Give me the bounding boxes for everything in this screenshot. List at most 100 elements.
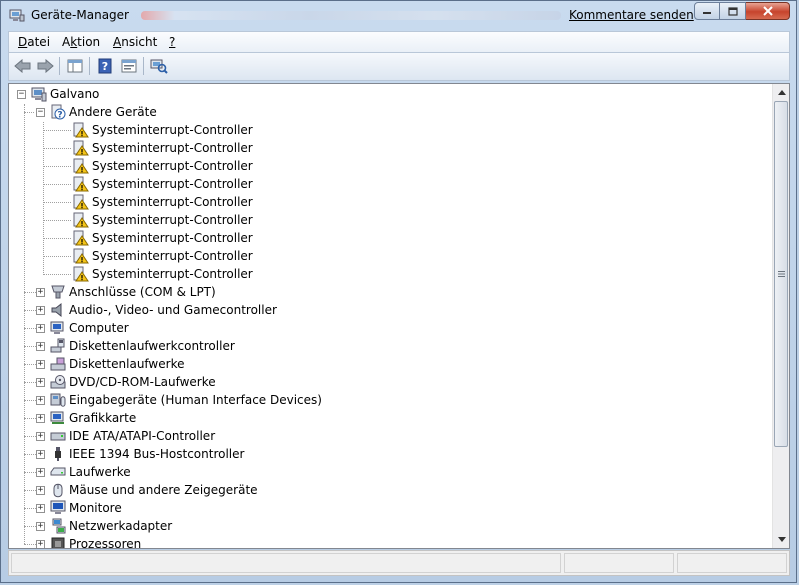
tree-category-label: Eingabegeräte (Human Interface Devices) [69, 393, 322, 407]
tree-category-monitor[interactable]: + Monitore [36, 499, 122, 517]
expand-toggle[interactable]: + [36, 485, 45, 495]
tree-category-port[interactable]: + Anschlüsse (COM & LPT) [36, 283, 216, 301]
warning-device-icon [73, 230, 89, 246]
status-cell [564, 553, 674, 573]
tree-category-mouse[interactable]: + Mäuse und andere Zeigegeräte [36, 481, 258, 499]
tree-category-label: IEEE 1394 Bus-Hostcontroller [69, 447, 245, 461]
tree-category-hid[interactable]: + Eingabegeräte (Human Interface Devices) [36, 391, 322, 409]
feedback-link[interactable]: Kommentare senden [569, 8, 694, 22]
tree-category-floppy-drive[interactable]: + Diskettenlaufwerke [36, 355, 184, 373]
back-button[interactable] [13, 57, 33, 75]
forward-button[interactable] [35, 57, 55, 75]
help-icon: ? [98, 58, 112, 74]
maximize-button[interactable] [720, 2, 746, 20]
expand-toggle[interactable]: + [36, 503, 45, 513]
tree-connector [24, 400, 36, 401]
tree-category-processor[interactable]: + Prozessoren [36, 535, 141, 548]
tree-item-systeminterrupt-controller[interactable]: Systeminterrupt-Controller [73, 229, 253, 247]
menu-help[interactable]: ? [169, 35, 175, 49]
tree-connector [24, 454, 36, 455]
tree-item-systeminterrupt-controller[interactable]: Systeminterrupt-Controller [73, 121, 253, 139]
menu-ansicht[interactable]: Ansicht [113, 35, 157, 49]
dvd-drive-icon [50, 374, 66, 390]
help-button[interactable]: ? [95, 57, 115, 75]
device-manager-app-icon [9, 7, 25, 23]
scroll-thumb[interactable] [774, 101, 788, 447]
expand-toggle[interactable]: + [36, 413, 45, 423]
device-manager-window: Geräte-Manager Kommentare senden Datei A… [0, 0, 797, 583]
expand-toggle[interactable]: + [36, 431, 45, 441]
expand-toggle[interactable]: + [36, 449, 45, 459]
tree-connector [43, 220, 71, 221]
tree-item-systeminterrupt-controller[interactable]: Systeminterrupt-Controller [73, 139, 253, 157]
expand-toggle[interactable]: + [36, 521, 45, 531]
scroll-up-button[interactable] [773, 84, 789, 101]
tree-category-display-adapter[interactable]: + Grafikkarte [36, 409, 136, 427]
tree-item-systeminterrupt-controller[interactable]: Systeminterrupt-Controller [73, 175, 253, 193]
expand-toggle[interactable]: + [36, 341, 45, 351]
device-tree-panel: − Galvano − ? Andere Geräte Systeminterr… [8, 83, 790, 549]
tree-category-speaker[interactable]: + Audio-, Video- und Gamecontroller [36, 301, 277, 319]
expand-toggle[interactable]: + [36, 539, 45, 548]
tree-category-dvd-drive[interactable]: + DVD/CD-ROM-Laufwerke [36, 373, 216, 391]
menu-aktion[interactable]: Aktion [62, 35, 100, 49]
warning-device-icon [73, 122, 89, 138]
back-arrow-icon [14, 59, 31, 73]
scan-hardware-icon [150, 59, 168, 74]
arrow-down-icon [777, 537, 786, 542]
show-hide-tree-button[interactable] [65, 57, 85, 75]
expand-toggle[interactable]: + [36, 305, 45, 315]
scan-hardware-button[interactable] [149, 57, 169, 75]
expand-toggle[interactable]: + [36, 377, 45, 387]
collapse-toggle[interactable]: − [17, 89, 26, 99]
scroll-down-button[interactable] [773, 531, 789, 548]
warning-device-icon [73, 194, 89, 210]
tree-item-systeminterrupt-controller[interactable]: Systeminterrupt-Controller [73, 193, 253, 211]
warning-device-icon [73, 212, 89, 228]
toolbar-separator [59, 57, 60, 75]
tree-category-ide-controller[interactable]: + IDE ATA/ATAPI-Controller [36, 427, 215, 445]
tree-category-disk-drive[interactable]: + Laufwerke [36, 463, 131, 481]
close-button[interactable] [746, 2, 790, 20]
tree-item-systeminterrupt-controller[interactable]: Systeminterrupt-Controller [73, 211, 253, 229]
tree-category-firewire[interactable]: + IEEE 1394 Bus-Hostcontroller [36, 445, 244, 463]
tree-category-floppy-controller[interactable]: + Diskettenlaufwerkcontroller [36, 337, 235, 355]
expand-toggle[interactable]: + [36, 323, 45, 333]
tree-category-label: Prozessoren [69, 537, 142, 548]
tree-connector [43, 256, 71, 257]
expand-toggle[interactable]: + [36, 467, 45, 477]
tree-connector [43, 274, 71, 275]
vertical-scrollbar[interactable] [772, 84, 789, 548]
minimize-button[interactable] [694, 2, 720, 20]
arrow-up-icon [777, 90, 786, 95]
tree-root-galvano[interactable]: − Galvano [17, 85, 99, 103]
tree-category-label: Netzwerkadapter [69, 519, 173, 533]
tree-category-network-adapter[interactable]: + Netzwerkadapter [36, 517, 172, 535]
tree-category-label: Diskettenlaufwerkcontroller [69, 339, 235, 353]
tree-item-label: Systeminterrupt-Controller [92, 213, 253, 227]
tree-category-other-devices[interactable]: − ? Andere Geräte [36, 103, 157, 121]
device-tree[interactable]: − Galvano − ? Andere Geräte Systeminterr… [9, 84, 771, 548]
tree-connector [24, 508, 36, 509]
properties-icon [121, 59, 137, 73]
expand-toggle[interactable]: + [36, 287, 45, 297]
menu-datei[interactable]: Datei [18, 35, 50, 49]
collapse-toggle[interactable]: − [36, 107, 45, 117]
hid-icon [50, 392, 66, 408]
properties-button[interactable] [119, 57, 139, 75]
close-icon [762, 6, 773, 16]
tree-item-systeminterrupt-controller[interactable]: Systeminterrupt-Controller [73, 157, 253, 175]
tree-item-systeminterrupt-controller[interactable]: Systeminterrupt-Controller [73, 265, 253, 283]
tree-connector [24, 472, 36, 473]
minimize-icon [703, 12, 711, 14]
title-bar[interactable]: Geräte-Manager Kommentare senden [1, 1, 796, 29]
tree-item-systeminterrupt-controller[interactable]: Systeminterrupt-Controller [73, 247, 253, 265]
tree-root-label: Galvano [50, 87, 100, 101]
floppy-drive-icon [50, 356, 66, 372]
menu-datei-post: atei [27, 35, 51, 49]
expand-toggle[interactable]: + [36, 359, 45, 369]
expand-toggle[interactable]: + [36, 395, 45, 405]
tree-category-computer[interactable]: + Computer [36, 319, 129, 337]
tree-connector [24, 544, 36, 545]
warning-device-icon [73, 176, 89, 192]
